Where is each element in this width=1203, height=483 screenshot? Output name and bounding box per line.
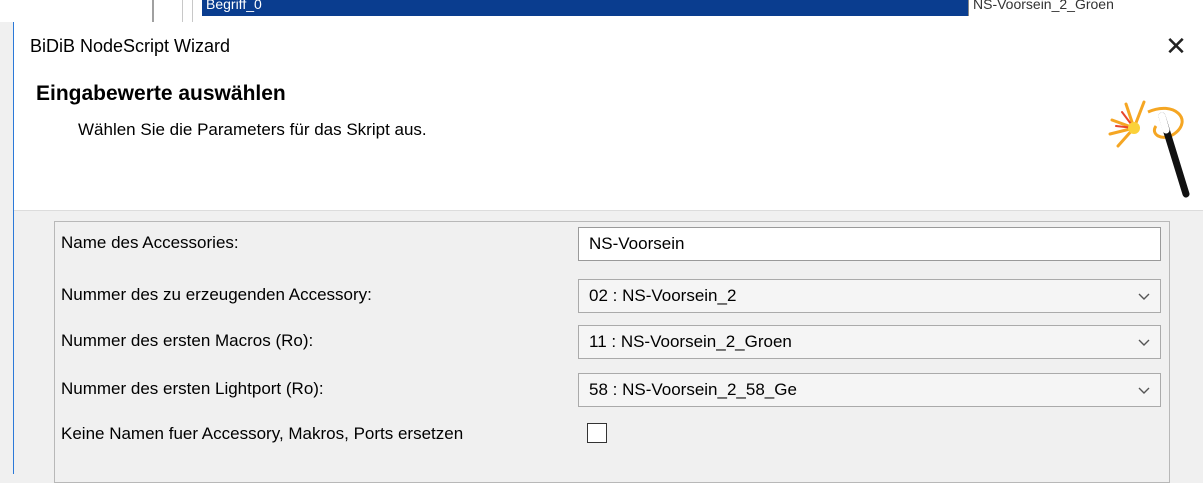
macro-number-label: Nummer des ersten Macros (Ro): [61, 331, 314, 350]
accessory-number-label: Nummer des zu erzeugenden Accessory: [61, 285, 372, 304]
no-rename-label: Keine Namen fuer Accessory, Makros, Port… [61, 424, 464, 443]
page-subtitle: Wählen Sie die Parameters für das Skript… [78, 120, 427, 139]
no-rename-checkbox[interactable] [587, 423, 607, 443]
accessory-number-select[interactable]: 02 : NS-Voorsein_2 [578, 279, 1161, 313]
accessory-name-label: Name des Accessories: [61, 233, 239, 252]
chevron-down-icon [1138, 387, 1150, 394]
chevron-down-icon [1138, 339, 1150, 346]
background-window-left [0, 0, 150, 22]
wizard-wand-icon [1108, 100, 1190, 198]
chevron-down-icon [1138, 293, 1150, 300]
close-icon: ✕ [1165, 31, 1187, 61]
wizard-header: Eingabewerte auswählen Wählen Sie die Pa… [14, 70, 1203, 211]
parameters-panel: Name des Accessories: Nummer des zu erze… [54, 221, 1170, 483]
close-button[interactable]: ✕ [1158, 30, 1194, 62]
page-title: Eingabewerte auswählen [36, 82, 286, 105]
macro-number-select[interactable]: 11 : NS-Voorsein_2_Groen [578, 325, 1161, 359]
macro-number-value: 11 : NS-Voorsein_2_Groen [589, 332, 792, 351]
accessory-number-value: 02 : NS-Voorsein_2 [589, 286, 737, 305]
dialog-title: BiDiB NodeScript Wizard [30, 36, 231, 56]
background-separator [192, 0, 193, 22]
background-row-cell[interactable]: NS-Voorsein_2_Groen [968, 0, 1203, 16]
background-separator [152, 0, 154, 22]
lightport-number-label: Nummer des ersten Lightport (Ro): [61, 379, 324, 398]
accessory-name-field[interactable] [578, 227, 1161, 261]
lightport-number-select[interactable]: 58 : NS-Voorsein_2_58_Ge [578, 373, 1161, 407]
lightport-number-value: 58 : NS-Voorsein_2_58_Ge [589, 380, 797, 399]
background-separator [182, 0, 183, 22]
background-selected-row[interactable]: Begriff_0 [202, 0, 970, 16]
accessory-name-input[interactable] [579, 228, 1149, 260]
dialog-titlebar: BiDiB NodeScript Wizard ✕ [14, 22, 1203, 70]
wizard-dialog: BiDiB NodeScript Wizard ✕ Eingabewerte a… [13, 22, 1203, 483]
